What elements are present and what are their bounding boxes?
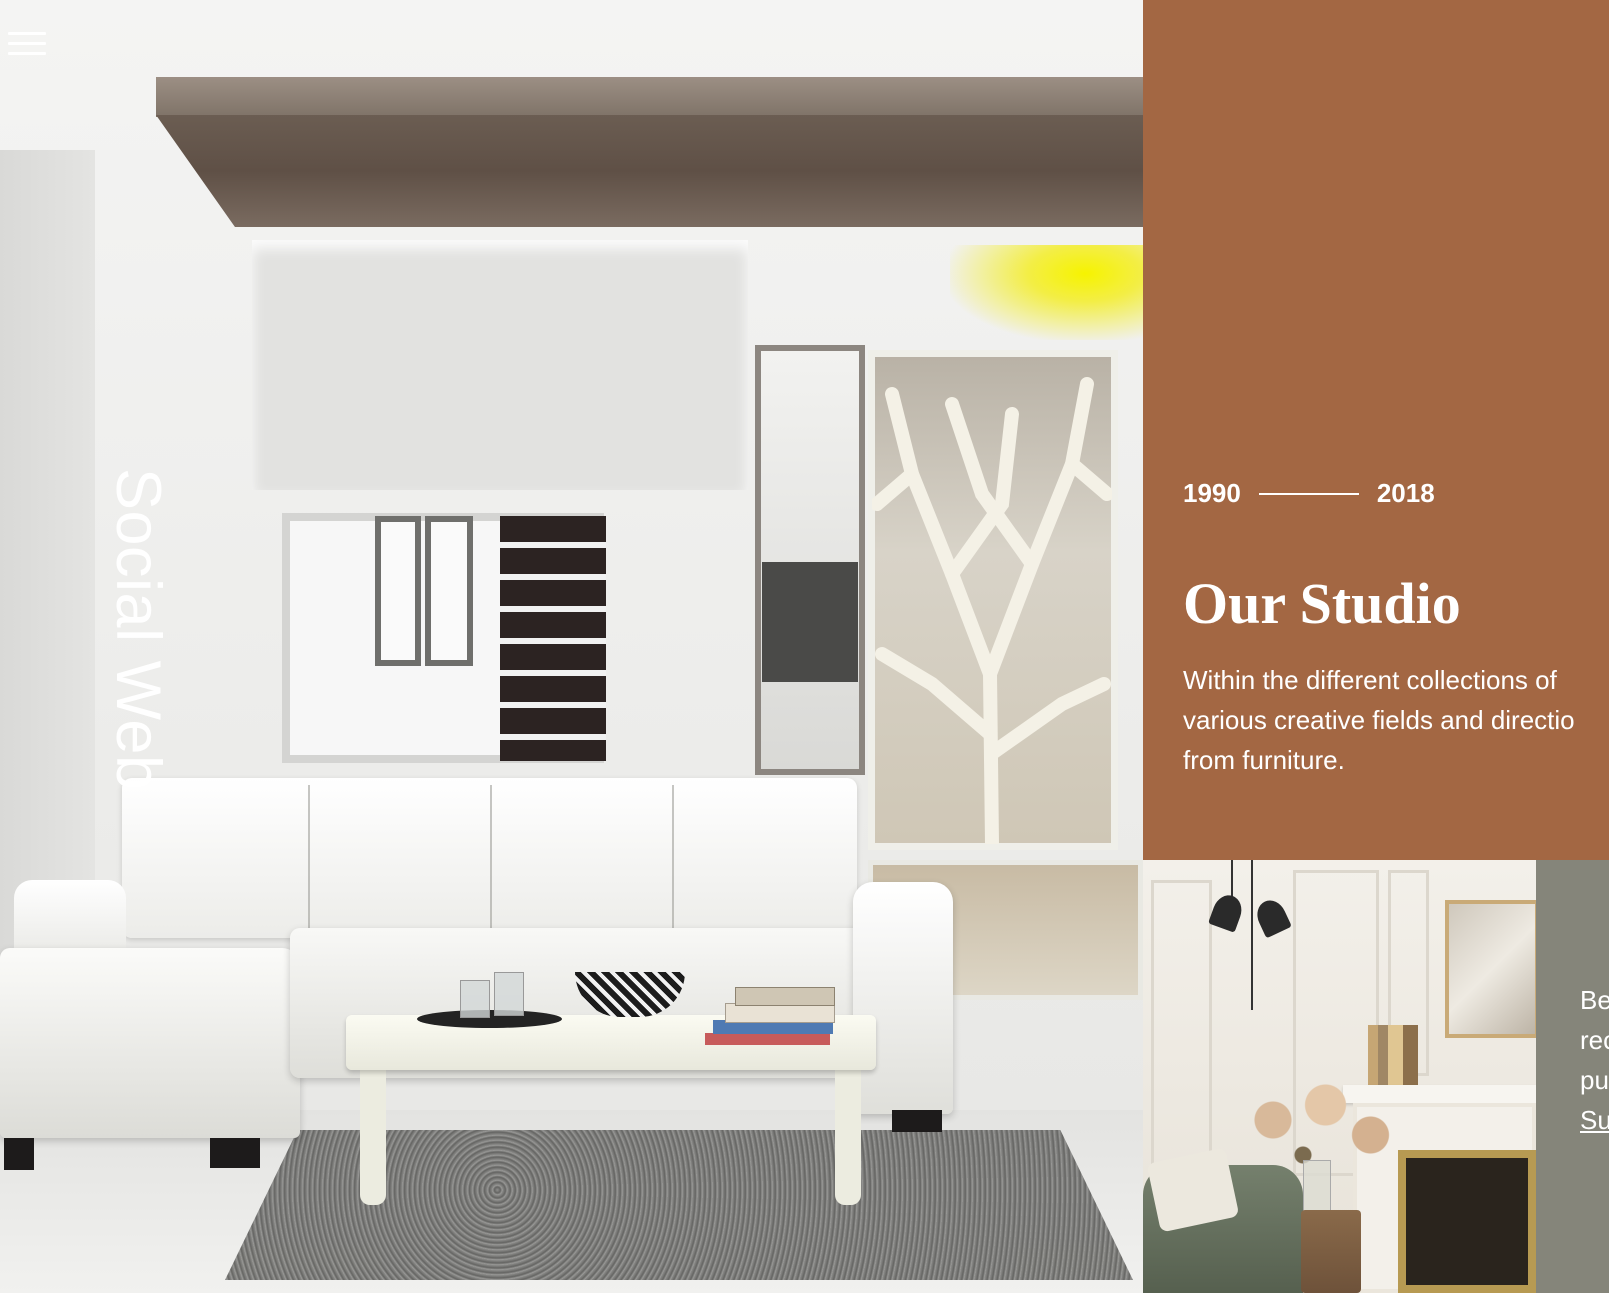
vase [1303, 1160, 1331, 1217]
cushion-seam [490, 785, 492, 935]
promo-text-line: Be [1580, 985, 1609, 1015]
promo-text-line: pul [1580, 1065, 1609, 1095]
promo-text-line: rec [1580, 1025, 1609, 1055]
studio-description-line: various creative fields and directio [1183, 705, 1575, 735]
table-leg [360, 1065, 386, 1205]
page: Social Web 1990 2018 Our Studio Within t… [0, 0, 1609, 1293]
window-pane [425, 516, 473, 666]
wall-molding [1151, 880, 1212, 1186]
pendant-lamp [1252, 895, 1292, 939]
door [500, 516, 606, 761]
pendant-lamp [1208, 891, 1246, 933]
studio-title: Our Studio [1183, 571, 1461, 636]
window-pane [375, 516, 421, 666]
studio-description-line: Within the different collections of [1183, 665, 1557, 695]
false-ceiling [156, 115, 1143, 227]
timeline-divider [1258, 492, 1359, 495]
tree-cutout-graphic [872, 377, 1112, 844]
side-table [1301, 1210, 1361, 1293]
sofa-chaise [0, 948, 300, 1138]
mantel-books [1368, 1025, 1418, 1085]
book [705, 1033, 830, 1045]
upper-wall-niche [252, 240, 748, 490]
glass [460, 980, 490, 1018]
wall-mirror [1445, 900, 1536, 1038]
display-shelf [755, 345, 865, 775]
ceiling-band [156, 77, 1143, 117]
menu-bar [8, 42, 46, 45]
book [735, 987, 835, 1006]
vertical-site-title: Social Web [103, 468, 173, 791]
menu-bar [8, 32, 46, 35]
interior-photo-fireplace [1143, 860, 1536, 1293]
timeline-end-year: 2018 [1376, 478, 1435, 508]
table-leg [835, 1065, 861, 1205]
promo-panel: Be rec pul Su [1536, 860, 1609, 1293]
sofa-arm [853, 882, 953, 1114]
sofa-leg [892, 1110, 942, 1132]
studio-panel: 1990 2018 Our Studio Within the differen… [1143, 0, 1609, 860]
hero-living-room-image: Social Web [0, 0, 1143, 1293]
cushion-seam [672, 785, 674, 935]
shelf-dark-compartment [762, 562, 858, 682]
lamp-cord [1251, 860, 1253, 1010]
book [725, 1003, 835, 1023]
sofa-leg [210, 1138, 260, 1168]
timeline: 1990 2018 [1183, 478, 1435, 509]
promo-text: Be rec pul Su [1580, 980, 1609, 1140]
fireplace-opening [1398, 1150, 1536, 1293]
hamburger-menu-icon[interactable] [8, 30, 46, 62]
sofa-leg [4, 1138, 34, 1170]
promo-link[interactable]: Su [1580, 1100, 1609, 1140]
timeline-start-year: 1990 [1183, 478, 1241, 508]
cove-light [950, 245, 1143, 340]
studio-description: Within the different collections of vari… [1183, 660, 1609, 780]
menu-bar [8, 52, 46, 55]
glass [494, 972, 524, 1016]
cushion-seam [308, 785, 310, 935]
studio-description-line: from furniture. [1183, 745, 1345, 775]
